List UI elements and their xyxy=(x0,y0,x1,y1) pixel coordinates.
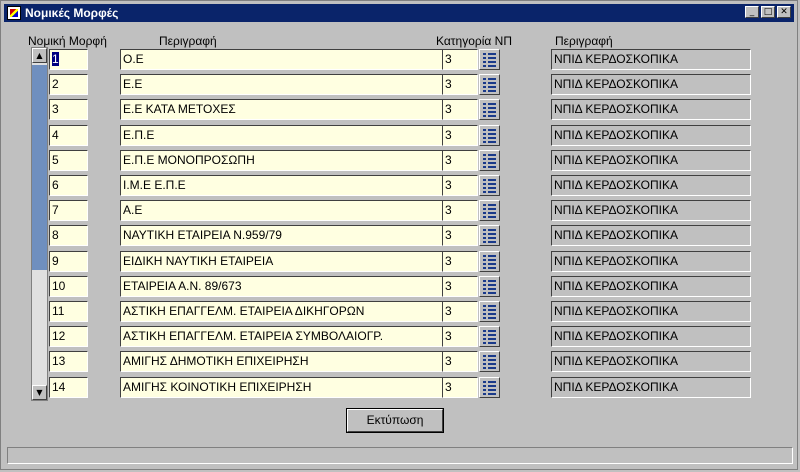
vertical-scrollbar[interactable]: ▲ ▼ xyxy=(31,47,48,401)
code-field[interactable]: 11 xyxy=(49,301,88,322)
category-description-field: ΝΠΙΔ ΚΕΡΔΟΣΚΟΠΙΚΑ xyxy=(551,326,751,348)
header-description: Περιγραφή xyxy=(159,34,217,48)
list-of-values-icon[interactable] xyxy=(479,376,500,398)
list-of-values-icon[interactable] xyxy=(479,275,500,297)
category-description-field: ΝΠΙΔ ΚΕΡΔΟΣΚΟΠΙΚΑ xyxy=(551,376,751,398)
category-field[interactable]: 3 xyxy=(442,74,478,96)
list-of-values-icon[interactable] xyxy=(479,301,500,322)
category-field[interactable]: 3 xyxy=(442,376,478,398)
description-field[interactable]: Ε.Π.Ε xyxy=(120,124,476,146)
category-description-field: ΝΠΙΔ ΚΕΡΔΟΣΚΟΠΙΚΑ xyxy=(551,175,751,196)
list-of-values-icon[interactable] xyxy=(479,74,500,96)
list-of-values-icon[interactable] xyxy=(479,99,500,121)
category-description-field: ΝΠΙΔ ΚΕΡΔΟΣΚΟΠΙΚΑ xyxy=(551,275,751,297)
app-icon xyxy=(7,6,21,20)
print-button[interactable]: Εκτύπωση xyxy=(347,409,443,432)
description-field[interactable]: Ο.Ε xyxy=(120,49,476,70)
category-field[interactable]: 3 xyxy=(442,149,478,171)
category-description-field: ΝΠΙΔ ΚΕΡΔΟΣΚΟΠΙΚΑ xyxy=(551,351,751,373)
category-field[interactable]: 3 xyxy=(442,99,478,121)
category-description-field: ΝΠΙΔ ΚΕΡΔΟΣΚΟΠΙΚΑ xyxy=(551,74,751,96)
code-field[interactable]: 14 xyxy=(49,376,88,398)
maximize-icon[interactable]: □ xyxy=(761,6,775,18)
description-field[interactable]: ΕΙΔΙΚΗ ΝΑΥΤΙΚΗ ΕΤΑΙΡΕΙΑ xyxy=(120,250,476,272)
close-icon[interactable]: ✕ xyxy=(777,6,791,18)
description-field[interactable]: Ε.Ε xyxy=(120,74,476,96)
code-field[interactable]: 4 xyxy=(49,124,88,146)
category-field[interactable]: 3 xyxy=(442,351,478,373)
description-field[interactable]: Ε.Ε ΚΑΤΑ ΜΕΤΟΧΕΣ xyxy=(120,99,476,121)
scroll-thumb[interactable] xyxy=(32,65,47,270)
description-field[interactable]: Ε.Π.Ε ΜΟΝΟΠΡΟΣΩΠΗ xyxy=(120,149,476,171)
description-field[interactable]: ΑΣΤΙΚΗ ΕΠΑΓΓΕΛΜ. ΕΤΑΙΡΕΙΑ ΔΙΚΗΓΟΡΩΝ xyxy=(120,301,476,322)
code-field[interactable]: 13 xyxy=(49,351,88,373)
code-field[interactable]: 10 xyxy=(49,275,88,297)
scroll-down-icon[interactable]: ▼ xyxy=(32,385,47,400)
category-description-field: ΝΠΙΔ ΚΕΡΔΟΣΚΟΠΙΚΑ xyxy=(551,225,751,247)
code-field[interactable]: 6 xyxy=(49,175,88,196)
category-description-field: ΝΠΙΔ ΚΕΡΔΟΣΚΟΠΙΚΑ xyxy=(551,99,751,121)
header-code: Νομική Μορφή xyxy=(28,34,107,48)
header-category: Κατηγορία ΝΠ xyxy=(436,34,512,48)
list-of-values-icon[interactable] xyxy=(479,149,500,171)
category-description-field: ΝΠΙΔ ΚΕΡΔΟΣΚΟΠΙΚΑ xyxy=(551,124,751,146)
description-field[interactable]: Ι.Μ.Ε Ε.Π.Ε xyxy=(120,175,476,196)
category-description-field: ΝΠΙΔ ΚΕΡΔΟΣΚΟΠΙΚΑ xyxy=(551,149,751,171)
category-description-field: ΝΠΙΔ ΚΕΡΔΟΣΚΟΠΙΚΑ xyxy=(551,49,751,70)
description-field[interactable]: ΑΜΙΓΗΣ ΚΟΙΝΟΤΙΚΗ ΕΠΙΧΕΙΡΗΣΗ xyxy=(120,376,476,398)
list-of-values-icon[interactable] xyxy=(479,225,500,247)
category-field[interactable]: 3 xyxy=(442,275,478,297)
list-of-values-icon[interactable] xyxy=(479,351,500,373)
scroll-up-icon[interactable]: ▲ xyxy=(32,48,47,63)
status-bar xyxy=(7,447,793,464)
category-field[interactable]: 3 xyxy=(442,250,478,272)
category-description-field: ΝΠΙΔ ΚΕΡΔΟΣΚΟΠΙΚΑ xyxy=(551,250,751,272)
legal-forms-window: Νομικές Μορφές _ □ ✕ Νομική Μορφή Περιγρ… xyxy=(0,0,798,470)
category-field[interactable]: 3 xyxy=(442,124,478,146)
code-field[interactable]: 3 xyxy=(49,99,88,121)
category-field[interactable]: 3 xyxy=(442,175,478,196)
list-of-values-icon[interactable] xyxy=(479,250,500,272)
list-of-values-icon[interactable] xyxy=(479,49,500,70)
category-field[interactable]: 3 xyxy=(442,301,478,322)
minimize-icon[interactable]: _ xyxy=(745,6,759,18)
code-field[interactable]: 1 xyxy=(49,49,88,70)
category-field[interactable]: 3 xyxy=(442,200,478,222)
list-of-values-icon[interactable] xyxy=(479,175,500,196)
code-field[interactable]: 8 xyxy=(49,225,88,247)
code-field[interactable]: 2 xyxy=(49,74,88,96)
window-title: Νομικές Μορφές xyxy=(25,6,119,20)
category-field[interactable]: 3 xyxy=(442,225,478,247)
list-of-values-icon[interactable] xyxy=(479,326,500,348)
category-description-field: ΝΠΙΔ ΚΕΡΔΟΣΚΟΠΙΚΑ xyxy=(551,301,751,322)
category-description-field: ΝΠΙΔ ΚΕΡΔΟΣΚΟΠΙΚΑ xyxy=(551,200,751,222)
code-field[interactable]: 7 xyxy=(49,200,88,222)
description-field[interactable]: ΑΜΙΓΗΣ ΔΗΜΟΤΙΚΗ ΕΠΙΧΕΙΡΗΣΗ xyxy=(120,351,476,373)
code-field[interactable]: 9 xyxy=(49,250,88,272)
list-of-values-icon[interactable] xyxy=(479,124,500,146)
code-field[interactable]: 5 xyxy=(49,149,88,171)
description-field[interactable]: ΑΣΤΙΚΗ ΕΠΑΓΓΕΛΜ. ΕΤΑΙΡΕΙΑ ΣΥΜΒΟΛΑΙΟΓΡ. xyxy=(120,326,476,348)
code-field[interactable]: 12 xyxy=(49,326,88,348)
category-field[interactable]: 3 xyxy=(442,49,478,70)
list-of-values-icon[interactable] xyxy=(479,200,500,222)
description-field[interactable]: ΕΤΑΙΡΕΙΑ Α.Ν. 89/673 xyxy=(120,275,476,297)
description-field[interactable]: ΝΑΥΤΙΚΗ ΕΤΑΙΡΕΙΑ Ν.959/79 xyxy=(120,225,476,247)
title-bar[interactable]: Νομικές Μορφές _ □ ✕ xyxy=(4,4,794,22)
header-category-description: Περιγραφή xyxy=(555,34,613,48)
description-field[interactable]: Α.Ε xyxy=(120,200,476,222)
category-field[interactable]: 3 xyxy=(442,326,478,348)
